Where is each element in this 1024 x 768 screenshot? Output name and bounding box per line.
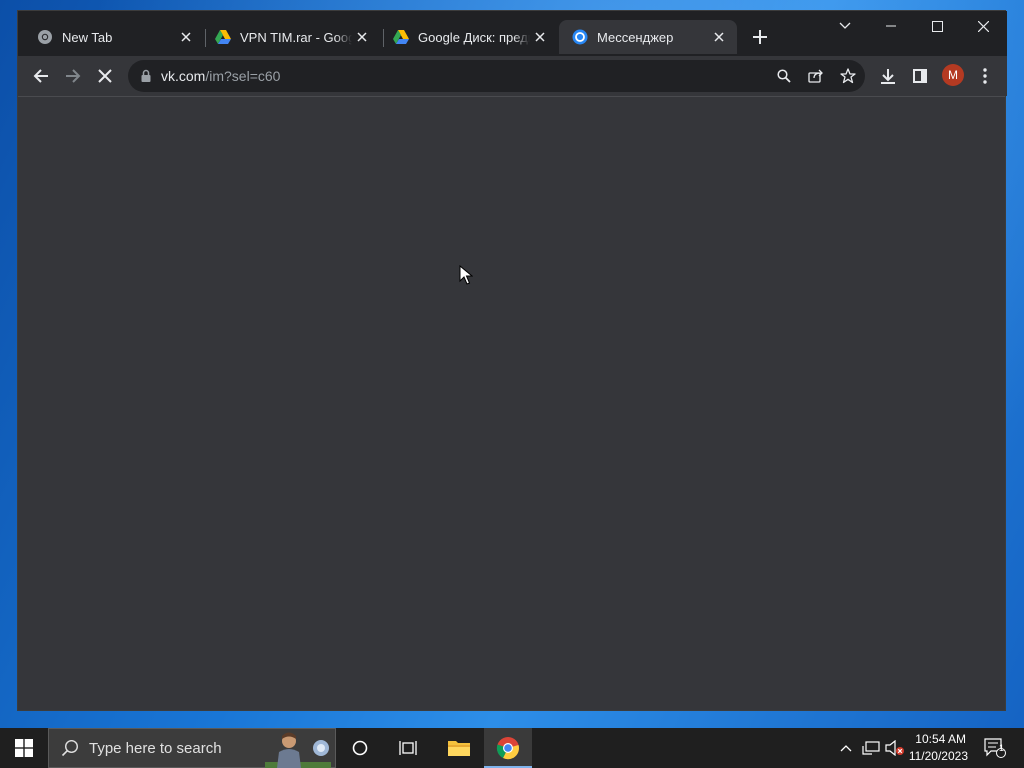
network-icon: [862, 741, 880, 755]
download-icon: [881, 69, 895, 84]
cortana-circle-icon: [352, 740, 368, 756]
forward-button[interactable]: [59, 62, 87, 90]
chrome-menu-button[interactable]: [971, 62, 999, 90]
url-path: /im?sel=c60: [205, 68, 281, 84]
mouse-cursor-icon: [459, 265, 473, 285]
folder-icon: [448, 741, 470, 756]
task-view-button[interactable]: [388, 728, 428, 768]
bookmark-button[interactable]: [838, 66, 858, 86]
network-button[interactable]: [860, 728, 882, 768]
share-button[interactable]: [806, 66, 826, 86]
star-icon: [840, 68, 856, 84]
page-content[interactable]: [18, 96, 1005, 710]
start-button[interactable]: [0, 728, 48, 768]
vk-messenger-icon: [572, 29, 588, 45]
clock-date[interactable]: 11/20/2023: [906, 749, 968, 763]
url-host: vk.com: [161, 68, 206, 84]
volume-button[interactable]: [884, 728, 906, 768]
search-page-button[interactable]: [774, 66, 794, 86]
minimize-icon: [886, 25, 896, 27]
close-icon: [977, 20, 989, 32]
tab-title: Google Диск: предпросмотр: [418, 29, 530, 45]
tab-new-tab[interactable]: New Tab: [24, 20, 204, 54]
maximize-icon: [931, 20, 943, 32]
close-tab-icon[interactable]: [711, 29, 727, 45]
search-icon: [61, 739, 79, 757]
forward-arrow-icon: [66, 69, 81, 83]
tab-strip: New Tab VPN TIM.rar - Google Drive Googl…: [18, 11, 1007, 57]
tab-vpn-tim[interactable]: VPN TIM.rar - Google Drive: [202, 20, 380, 54]
stop-loading-button[interactable]: [91, 62, 119, 90]
action-center-button[interactable]: 1: [978, 728, 1012, 768]
url-text[interactable]: vk.com/im?sel=c60: [161, 68, 280, 84]
notification-count: 1: [999, 743, 1005, 753]
downloads-button[interactable]: [874, 62, 902, 90]
plus-icon: [753, 30, 767, 44]
chrome-taskbar-button[interactable]: [484, 728, 532, 768]
stop-icon: [98, 69, 112, 83]
google-drive-icon: [393, 29, 409, 45]
side-panel-button[interactable]: [906, 62, 934, 90]
taskbar: Type here to search 10:54 AM 11/20/2023 …: [0, 728, 1024, 768]
side-panel-icon: [913, 69, 927, 83]
show-hidden-icons-button[interactable]: [836, 728, 856, 768]
search-placeholder: Type here to search: [89, 739, 222, 757]
browser-toolbar: vk.com/im?sel=c60 M: [18, 56, 1007, 96]
magnifier-icon: [777, 69, 791, 83]
task-view-icon: [399, 741, 417, 755]
cortana-button[interactable]: [340, 728, 380, 768]
address-bar[interactable]: vk.com/im?sel=c60: [128, 60, 865, 92]
minimize-button[interactable]: [868, 11, 914, 41]
share-icon: [808, 69, 823, 83]
chevron-up-icon: [840, 745, 852, 752]
close-tab-icon[interactable]: [178, 29, 194, 45]
browser-window: New Tab VPN TIM.rar - Google Drive Googl…: [17, 10, 1007, 711]
taskbar-search[interactable]: Type here to search: [48, 728, 336, 768]
tab-messenger[interactable]: Мессенджер: [559, 20, 737, 54]
google-drive-icon: [215, 29, 231, 45]
tab-title: New Tab: [62, 29, 113, 45]
lock-icon[interactable]: [139, 69, 153, 83]
profile-avatar[interactable]: M: [942, 64, 964, 86]
tab-google-disk[interactable]: Google Диск: предпросмотр: [380, 20, 558, 54]
close-tab-icon[interactable]: [354, 29, 370, 45]
chrome-icon: [496, 737, 519, 760]
back-arrow-icon: [33, 69, 48, 83]
speaker-muted-icon: [885, 740, 904, 756]
clock-time[interactable]: 10:54 AM: [906, 732, 966, 746]
close-tab-icon[interactable]: [532, 29, 548, 45]
tab-title: VPN TIM.rar - Google Drive: [240, 29, 352, 45]
new-tab-button[interactable]: [748, 25, 772, 49]
file-explorer-button[interactable]: [436, 728, 482, 768]
chrome-icon: [37, 29, 53, 45]
tab-search-button[interactable]: [822, 11, 868, 41]
close-window-button[interactable]: [960, 11, 1006, 41]
maximize-button[interactable]: [914, 11, 960, 41]
tab-title: Мессенджер: [597, 29, 674, 45]
search-highlight-image: [265, 732, 331, 768]
kebab-menu-icon: [983, 68, 987, 84]
back-button[interactable]: [27, 62, 55, 90]
chevron-down-icon: [839, 22, 851, 29]
windows-logo-icon: [15, 739, 33, 757]
